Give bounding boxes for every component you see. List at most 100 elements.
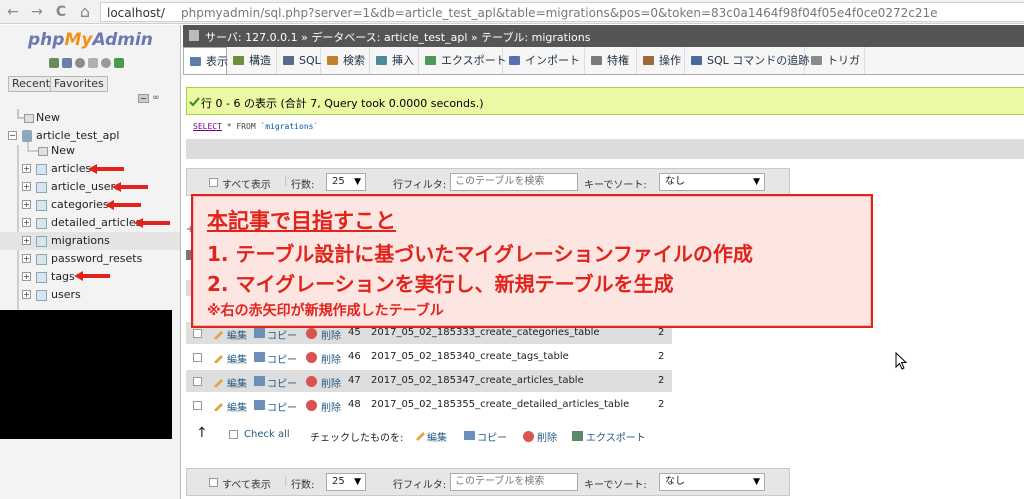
delete-link[interactable]: 削除: [321, 399, 341, 414]
tree-item-new-db[interactable]: New: [0, 109, 180, 127]
bulk-edit-button[interactable]: 編集: [427, 429, 447, 444]
tab-6[interactable]: インポート: [503, 47, 585, 74]
tree-item-table[interactable]: + article_users: [0, 178, 180, 196]
show-all-checkbox[interactable]: [209, 478, 218, 487]
delete-link[interactable]: 削除: [321, 375, 341, 390]
sort-select[interactable]: なし ▼: [659, 173, 765, 191]
expand-icon[interactable]: +: [22, 218, 31, 227]
docs-icon[interactable]: [88, 58, 98, 68]
collapse-icon[interactable]: −: [8, 131, 17, 140]
check-all-checkbox[interactable]: [229, 430, 238, 439]
tree-label: New: [51, 144, 75, 157]
phpmyadmin-logo[interactable]: phpMyAdmin: [28, 30, 153, 50]
filter-input[interactable]: このテーブルを検索: [450, 473, 578, 491]
home-icon[interactable]: [49, 58, 59, 68]
red-arrow-icon: [112, 182, 148, 192]
tab-8[interactable]: 操作: [637, 47, 685, 74]
tab-9[interactable]: SQL コマンドの追跡: [685, 47, 809, 74]
reload-nav-icon[interactable]: [114, 58, 124, 68]
favorites-tab[interactable]: Favorites: [50, 76, 108, 92]
copy-link[interactable]: コピー: [267, 375, 297, 390]
url-host: localhost/: [107, 6, 165, 20]
link-with-main-icon[interactable]: ∞: [152, 93, 160, 103]
cell-migration: 2017_05_02_185333_create_categories_tabl…: [371, 327, 600, 338]
breadcrumb-server[interactable]: サーバ: 127.0.0.1: [205, 31, 298, 44]
address-bar[interactable]: localhost/ phpmyadmin/sql.php?server=1&d…: [100, 2, 1024, 22]
divider: |: [284, 176, 288, 187]
tab-icon: [376, 56, 387, 65]
show-all-checkbox[interactable]: [209, 178, 218, 187]
expand-icon[interactable]: +: [22, 236, 31, 245]
tree-item-table[interactable]: + categories: [0, 196, 180, 214]
forward-arrow-icon[interactable]: →: [28, 3, 46, 21]
show-all-label: すべて表示: [222, 480, 271, 491]
back-arrow-icon[interactable]: ←: [4, 3, 22, 21]
edit-link[interactable]: 編集: [227, 327, 247, 342]
logout-icon[interactable]: [62, 58, 72, 68]
tab-1[interactable]: 構造: [227, 47, 277, 74]
tab-7[interactable]: 特権: [585, 47, 637, 74]
new-table-icon: [38, 147, 48, 156]
expand-icon[interactable]: +: [22, 290, 31, 299]
edit-link[interactable]: 編集: [227, 375, 247, 390]
home-icon[interactable]: ⌂: [76, 3, 94, 21]
reload-icon[interactable]: C: [52, 3, 70, 21]
edit-link[interactable]: 編集: [227, 351, 247, 366]
tab-4[interactable]: 挿入: [370, 47, 419, 74]
delete-link[interactable]: 削除: [321, 327, 341, 342]
copy-link[interactable]: コピー: [267, 399, 297, 414]
bulk-export-button[interactable]: エクスポート: [586, 429, 646, 444]
tree-item-table[interactable]: + password_resets: [0, 250, 180, 268]
recent-tab[interactable]: Recent: [8, 76, 55, 92]
table-row: 編集 コピー 削除 47 2017_05_02_185347_create_articl…: [186, 370, 672, 392]
tree-item-table[interactable]: + users: [0, 286, 180, 304]
edit-link[interactable]: 編集: [227, 399, 247, 414]
rows-select[interactable]: 25 ▼: [326, 473, 366, 491]
tab-5[interactable]: エクスポート: [419, 47, 507, 74]
cell-id: 45: [348, 327, 361, 338]
row-checkbox[interactable]: [193, 401, 202, 410]
copy-link[interactable]: コピー: [267, 327, 297, 342]
row-checkbox[interactable]: [193, 377, 202, 386]
tab-10[interactable]: トリガ: [805, 47, 865, 74]
expand-icon[interactable]: +: [22, 200, 31, 209]
sort-label: キーでソート:: [584, 180, 647, 191]
delete-link[interactable]: 削除: [321, 351, 341, 366]
pencil-icon: [214, 331, 223, 339]
new-db-icon: [24, 114, 34, 123]
sort-label: キーでソート:: [584, 480, 647, 491]
pencil-icon: [214, 379, 223, 387]
rows-select[interactable]: 25 ▼: [326, 173, 366, 191]
filter-label: 行フィルタ:: [393, 180, 447, 191]
filter-input[interactable]: このテーブルを検索: [450, 173, 578, 191]
row-checkbox[interactable]: [193, 329, 202, 338]
table-icon: [36, 200, 47, 211]
copy-link[interactable]: コピー: [267, 351, 297, 366]
tab-2[interactable]: SQL: [277, 47, 321, 74]
expand-icon[interactable]: +: [22, 164, 31, 173]
copy-icon: [254, 400, 265, 410]
bulk-delete-button[interactable]: 削除: [537, 429, 557, 444]
check-all-label[interactable]: Check all: [244, 429, 290, 440]
row-checkbox[interactable]: [193, 353, 202, 362]
settings-icon[interactable]: [101, 58, 111, 68]
tab-icon: [509, 56, 520, 65]
tree-item-new-table[interactable]: New: [0, 142, 180, 160]
bulk-copy-button[interactable]: コピー: [477, 429, 507, 444]
collapse-all-icon[interactable]: −: [138, 94, 149, 103]
expand-icon[interactable]: +: [22, 272, 31, 281]
tab-3[interactable]: 検索: [321, 47, 370, 74]
expand-icon[interactable]: +: [22, 182, 31, 191]
query-options-strip: [186, 139, 1024, 159]
tab-0[interactable]: 表示: [183, 47, 228, 74]
help-icon[interactable]: [75, 58, 85, 68]
annotation-line-2: 2. マイグレーションを実行し、新規テーブルを生成: [207, 272, 674, 296]
tab-label: 表示: [206, 55, 228, 68]
expand-icon[interactable]: +: [22, 254, 31, 263]
sort-select[interactable]: なし ▼: [659, 473, 765, 491]
breadcrumb-table[interactable]: テーブル: migrations: [481, 31, 590, 44]
breadcrumb-database[interactable]: データベース: article_test_apl: [311, 31, 467, 44]
sql-keyword[interactable]: SELECT: [193, 122, 222, 131]
tree-item-table[interactable]: + migrations: [0, 232, 180, 250]
annotation-note: ※右の赤矢印が新規作成したテーブル: [207, 303, 444, 319]
